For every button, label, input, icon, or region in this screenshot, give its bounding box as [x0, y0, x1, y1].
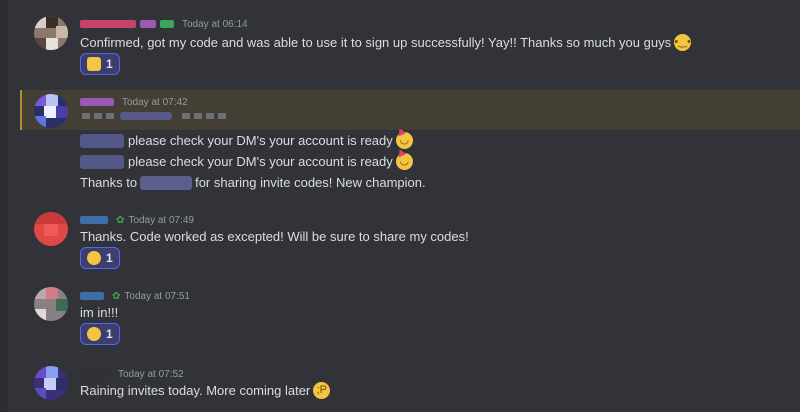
reaction-count: 1 [106, 57, 113, 71]
role-tag-redacted [160, 20, 174, 28]
message-text: for sharing invite codes! New champion. [195, 175, 426, 190]
message-header: ✿ Today at 07:51 [80, 288, 190, 304]
message-text: im in!!! [80, 305, 119, 320]
message-2-highlighted[interactable]: Today at 07:42 [20, 90, 800, 130]
message-2-line-1: please check your DM's your account is r… [80, 132, 413, 149]
timestamp: Today at 07:51 [124, 290, 190, 302]
username-redacted[interactable] [80, 292, 104, 300]
message-text: Raining invites today. More coming later [80, 383, 311, 398]
reaction-count: 1 [106, 251, 113, 265]
username-redacted[interactable] [80, 98, 114, 106]
sprout-icon: ✿ [116, 214, 125, 226]
avatar[interactable] [34, 94, 68, 128]
username-redacted[interactable] [80, 216, 108, 224]
mention-redacted[interactable] [120, 112, 172, 120]
message-header: Today at 07:52 [80, 366, 184, 382]
avatar[interactable] [34, 16, 68, 50]
message-text: Confirmed, got my code and was able to u… [80, 35, 672, 50]
winking-tongue-emoji: ;P [313, 382, 331, 399]
mention-redacted[interactable] [140, 175, 193, 190]
message-header: Today at 07:42 [80, 94, 188, 110]
message-text: Thanks. Code worked as excepted! Will be… [80, 229, 469, 244]
pleading-face-emoji: •‿• [674, 34, 692, 51]
message-header: ✿ Today at 07:49 [80, 212, 194, 228]
party-face-icon [87, 251, 101, 265]
reaction-count: 1 [106, 327, 113, 341]
message-4[interactable]: ✿ Today at 07:51 im in!!! 1 [20, 285, 800, 347]
username-redacted[interactable] [80, 20, 136, 28]
timestamp: Today at 07:42 [122, 96, 188, 108]
avatar[interactable] [34, 366, 68, 400]
party-face-emoji: ◡ [395, 153, 413, 170]
message-content: Thanks. Code worked as excepted! Will be… [80, 229, 469, 244]
reaction-thumbs-up[interactable]: 1 [80, 53, 120, 75]
message-content: im in!!! [80, 305, 118, 320]
party-face-emoji: ◡ [395, 132, 413, 149]
reaction-party-face[interactable]: 1 [80, 247, 120, 269]
message-content: Raining invites today. More coming later… [80, 382, 331, 399]
role-tag-redacted [140, 20, 156, 28]
message-3[interactable]: ✿ Today at 07:49 Thanks. Code worked as … [20, 208, 800, 270]
redacted-mentions [82, 113, 114, 119]
reaction-party-face[interactable]: 1 [80, 323, 120, 345]
message-header: Today at 06:14 [80, 16, 248, 32]
message-5[interactable]: Today at 07:52 Raining invites today. Mo… [20, 362, 800, 410]
message-1[interactable]: Today at 06:14 Confirmed, got my code an… [20, 10, 800, 82]
timestamp: Today at 07:49 [128, 214, 194, 226]
timestamp: Today at 07:52 [118, 368, 184, 380]
username-redacted[interactable] [80, 370, 110, 378]
message-2-line-3: Thanks to for sharing invite codes! New … [80, 175, 426, 190]
message-2-line-2: please check your DM's your account is r… [80, 153, 413, 170]
avatar[interactable] [34, 287, 68, 321]
mention-redacted[interactable] [80, 133, 124, 148]
channel-scroll-gutter [0, 0, 8, 412]
party-face-icon [87, 327, 101, 341]
message-text: please check your DM's your account is r… [128, 133, 393, 148]
timestamp: Today at 06:14 [182, 18, 248, 30]
message-text: Thanks to [80, 175, 138, 190]
message-text: please check your DM's your account is r… [128, 154, 393, 169]
message-content: Confirmed, got my code and was able to u… [80, 34, 692, 51]
sprout-icon: ✿ [112, 290, 121, 302]
avatar[interactable] [34, 212, 68, 246]
thumbs-up-icon [87, 57, 101, 71]
redacted-mentions [182, 113, 226, 119]
mention-redacted[interactable] [80, 154, 124, 169]
mention-row-redacted [80, 112, 226, 120]
